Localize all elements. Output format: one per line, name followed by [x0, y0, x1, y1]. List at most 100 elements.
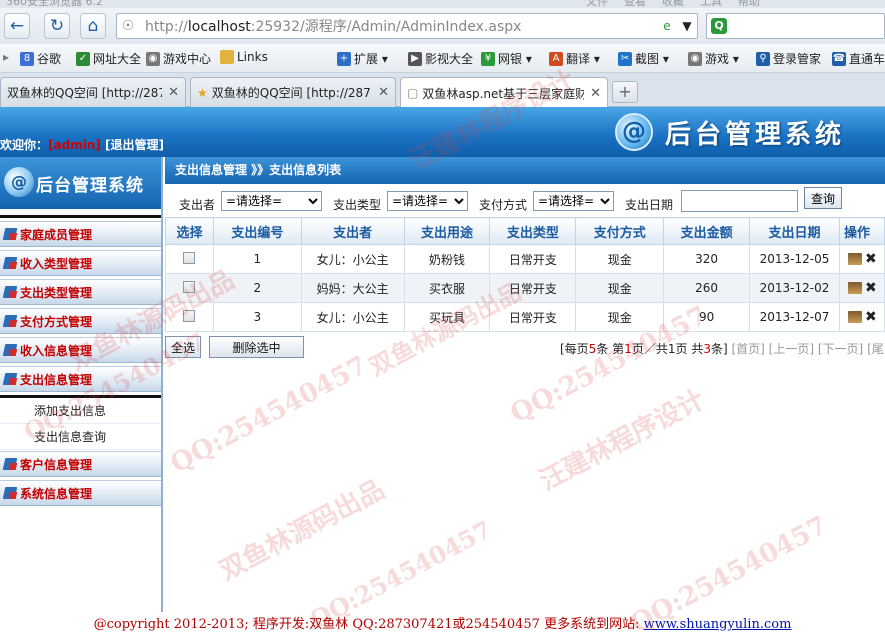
tab-qq-space-1[interactable]: 双鱼林的QQ空间 [http://287 ✕	[0, 77, 186, 107]
tab-admin-system[interactable]: ▢ 双鱼林asp.net基于三层家庭财 ✕	[400, 77, 608, 108]
favorites-more-icon[interactable]: ▸	[3, 50, 9, 64]
home-icon: ⌂	[87, 16, 99, 36]
payer-select[interactable]: =请选择=	[221, 191, 322, 211]
sidebar-header: @ 后台管理系统	[0, 157, 161, 209]
title-menu-favorites[interactable]: 收藏	[662, 0, 684, 8]
sidebar-item-expense-info[interactable]: 支出信息管理	[0, 366, 161, 392]
sidebar-item-income-info[interactable]: 收入信息管理	[0, 337, 161, 363]
title-menu-help[interactable]: 帮助	[738, 0, 760, 8]
refresh-button[interactable]: ↻	[44, 13, 70, 39]
new-tab-button[interactable]: +	[612, 81, 638, 103]
fav-links[interactable]: Links	[220, 50, 268, 64]
logout-link[interactable]: [退出管理]	[105, 138, 164, 152]
expense-date-input[interactable]	[681, 190, 798, 212]
favorites-bar: ▸ 8 谷歌 ✓ 网址大全 ◉ 游戏中心 Links + 扩展 ▾ ▶ 影视大全 ¥ 网银 …	[0, 44, 885, 73]
sidebar-subitem-query-expense[interactable]: 支出信息查询	[0, 424, 161, 450]
fav-express[interactable]: ☎ 直通车	[832, 50, 885, 67]
address-toolbar: ← ↻ ⌂ ☉ http://localhost:25932/源程序/Admin…	[0, 8, 885, 44]
sidebar-item-payment-methods[interactable]: 支付方式管理	[0, 308, 161, 334]
film-icon: ▶	[408, 51, 422, 66]
fav-extensions[interactable]: + 扩展 ▾	[337, 50, 388, 67]
fav-games[interactable]: ◉ 游戏 ▾	[688, 50, 739, 67]
google-icon: 8	[20, 51, 34, 66]
fav-nav[interactable]: ✓ 网址大全	[76, 50, 141, 67]
delete-icon[interactable]: ✖	[865, 280, 877, 296]
fav-login-manager[interactable]: ⚲ 登录管家	[756, 50, 821, 67]
delete-icon[interactable]: ✖	[865, 309, 877, 325]
prev-page-link[interactable]: [上一页]	[769, 342, 814, 356]
fav-movies[interactable]: ▶ 影视大全	[408, 50, 473, 67]
cell-method: 现金	[575, 244, 665, 274]
row-checkbox[interactable]	[183, 280, 196, 293]
sidebar-item-family-members[interactable]: 家庭成员管理	[0, 221, 161, 247]
first-page-link[interactable]: [首页]	[731, 342, 764, 356]
payer-label: 支出者	[179, 198, 216, 212]
fav-screenshot[interactable]: ✂ 截图 ▾	[618, 50, 669, 67]
search-input[interactable]: Q	[706, 13, 885, 39]
cell-purpose: 买玩具	[403, 302, 491, 332]
at-sign-icon: @	[4, 167, 34, 197]
site-link[interactable]: www.shuangyulin.com	[644, 617, 792, 632]
edit-icon[interactable]	[847, 310, 862, 323]
cell-type: 日常开支	[489, 244, 577, 274]
fav-google[interactable]: 8 谷歌	[20, 50, 61, 67]
col-date: 支出日期	[749, 217, 840, 245]
menu-icon	[2, 315, 18, 327]
sidebar-item-system-info[interactable]: 系统信息管理	[0, 480, 161, 506]
sidebar-item-customer-info[interactable]: 客户信息管理	[0, 451, 161, 477]
row-checkbox[interactable]	[183, 309, 196, 322]
fav-game-center[interactable]: ◉ 游戏中心	[146, 50, 211, 67]
translate-icon: A	[549, 51, 563, 66]
delete-icon[interactable]: ✖	[865, 251, 877, 267]
at-sign-icon: @	[615, 113, 653, 151]
row-checkbox[interactable]	[183, 251, 196, 264]
table-row: 2 妈妈：大公主 买衣服 日常开支 现金 260 2013-12-02 ✖	[165, 273, 885, 303]
edit-icon[interactable]	[847, 281, 862, 294]
cell-purpose: 奶粉钱	[403, 244, 491, 274]
query-button[interactable]: 查询	[804, 187, 842, 209]
col-amount: 支出金额	[663, 217, 751, 245]
main-content: 支出信息管理 》》支出信息列表 支出者 =请选择= 支出类型 =请选择= 支付方…	[165, 157, 885, 612]
delete-selected-button[interactable]: 删除选中	[209, 336, 304, 358]
cell-method: 现金	[575, 302, 665, 332]
tab-qq-space-2[interactable]: ★ 双鱼林的QQ空间 [http://287 ✕	[190, 77, 396, 107]
sidebar: @ 后台管理系统 家庭成员管理 收入类型管理 支出类型管理 支付方式管理 收入信…	[0, 157, 163, 612]
fav-translate[interactable]: A 翻译 ▾	[549, 50, 600, 67]
url-field[interactable]: ☉ http://localhost:25932/源程序/Admin/Admin…	[116, 13, 698, 39]
search-engine-icon[interactable]: Q	[711, 18, 727, 34]
action-bar: 全选 删除选中 [每页5条 第1页／共1页 共3条] [首页] [上一页] [下…	[165, 335, 885, 360]
url-text: http://localhost:25932/源程序/Admin/AdminIn…	[145, 19, 522, 35]
cell-purpose: 买衣服	[403, 273, 491, 303]
sidebar-item-income-types[interactable]: 收入类型管理	[0, 250, 161, 276]
close-icon[interactable]: ✕	[378, 85, 389, 100]
home-button[interactable]: ⌂	[80, 13, 106, 39]
menu-icon	[2, 458, 18, 470]
title-menu-view[interactable]: 查看	[624, 0, 646, 8]
col-payer: 支出者	[300, 217, 405, 245]
menu-icon	[2, 257, 18, 269]
total-count: 3	[703, 342, 711, 356]
fav-bank[interactable]: ¥ 网银 ▾	[481, 50, 532, 67]
title-menu-file[interactable]: 文件	[586, 0, 608, 8]
breadcrumb: 支出信息管理 》》支出信息列表	[165, 157, 885, 184]
next-page-link[interactable]: [下一页]	[818, 342, 863, 356]
chevron-down-icon[interactable]: ▼	[677, 19, 697, 33]
bank-icon: ¥	[481, 51, 495, 66]
menu-icon	[2, 487, 18, 499]
last-page-link[interactable]: [尾页]	[867, 342, 885, 356]
payment-method-select[interactable]: =请选择=	[533, 191, 614, 211]
expense-type-select[interactable]: =请选择=	[387, 191, 468, 211]
select-all-button[interactable]: 全选	[165, 336, 201, 358]
edit-icon[interactable]	[847, 252, 862, 265]
close-icon[interactable]: ✕	[168, 85, 179, 100]
col-id: 支出编号	[212, 217, 302, 245]
ie-mode-icon[interactable]: e	[657, 19, 677, 33]
cell-id: 2	[212, 273, 302, 303]
col-type: 支出类型	[489, 217, 577, 245]
title-menu-tools[interactable]: 工具	[700, 0, 722, 8]
sidebar-item-expense-types[interactable]: 支出类型管理	[0, 279, 161, 305]
back-button[interactable]: ←	[4, 13, 30, 39]
cell-amount: 260	[663, 273, 751, 303]
close-icon[interactable]: ✕	[590, 86, 601, 101]
sidebar-subitem-add-expense[interactable]: 添加支出信息	[0, 398, 161, 424]
